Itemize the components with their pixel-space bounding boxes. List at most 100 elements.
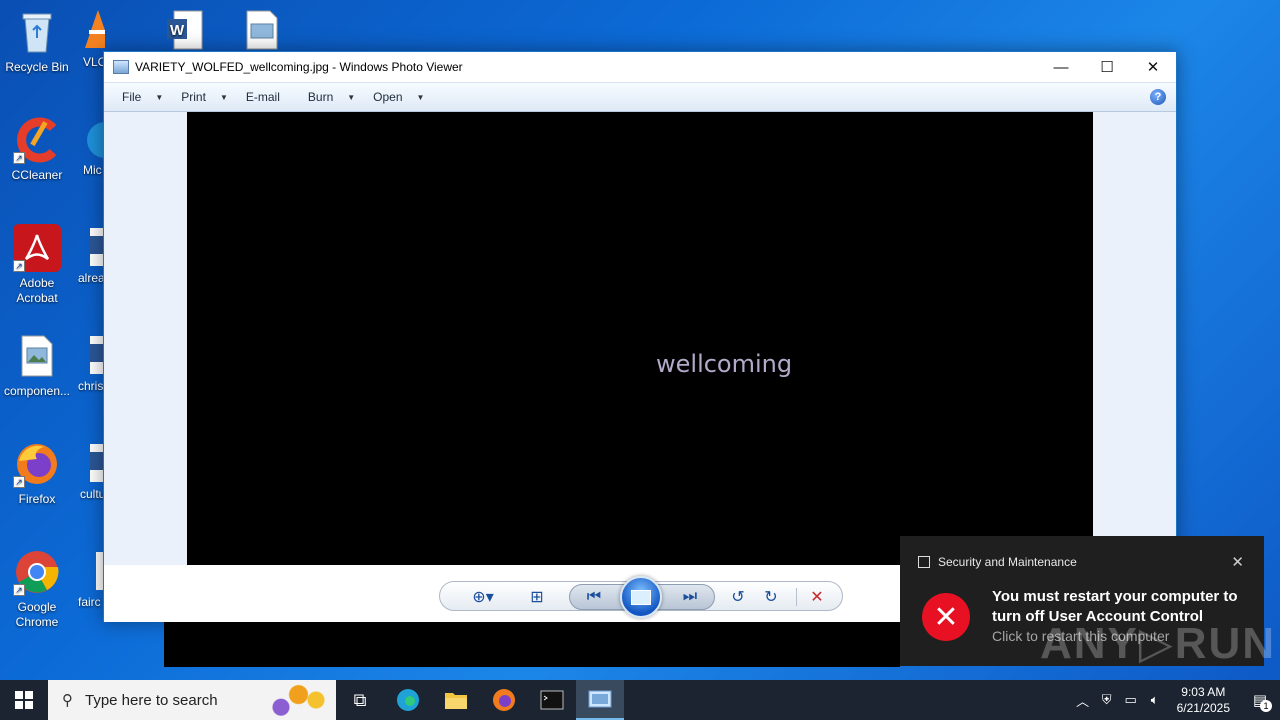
- firefox-icon: [493, 689, 515, 711]
- firefox-icon: ↗: [13, 440, 61, 488]
- desktop-icon-component-file[interactable]: componen...: [0, 332, 74, 399]
- taskbar: ⚲ Type here to search ⧉ ︿ ⛨ ▭ 🔈︎ 9:03 AM…: [0, 680, 1280, 720]
- desktop-icon-label: Google Chrome: [15, 600, 59, 629]
- rotate-left-icon[interactable]: ↺: [727, 585, 749, 609]
- image-viewport[interactable]: wellcoming: [104, 112, 1176, 565]
- security-icon[interactable]: ⛨: [1095, 692, 1119, 708]
- chrome-icon: ↗: [13, 548, 61, 596]
- menu-file[interactable]: File ▼: [113, 90, 172, 104]
- title-bar[interactable]: VARIETY_WOLFED_wellcoming.jpg - Windows …: [104, 52, 1176, 82]
- menu-print[interactable]: Print ▼: [172, 90, 237, 104]
- edge-taskbar-icon[interactable]: [384, 680, 432, 720]
- window-title: VARIETY_WOLFED_wellcoming.jpg - Windows …: [135, 60, 463, 74]
- photo-viewer-icon: [588, 690, 612, 708]
- word-document-icon: [90, 336, 103, 374]
- desktop-icon-adobe-acrobat[interactable]: ↗ Adobe Acrobat: [0, 224, 74, 306]
- desktop-icon-image-file-1[interactable]: [246, 10, 280, 50]
- system-tray: ︿ ⛨ ▭ 🔈︎ 9:03 AM 6/21/2025 ▤ 1: [1071, 680, 1280, 720]
- next-icon[interactable]: ⏭: [676, 585, 704, 609]
- menu-file-label: File: [122, 90, 142, 104]
- desktop-icon-recycle-bin[interactable]: Recycle Bin: [0, 8, 74, 75]
- windows-logo-icon: [15, 691, 33, 709]
- file-explorer-taskbar-icon[interactable]: [432, 680, 480, 720]
- task-view-icon[interactable]: ⧉: [336, 680, 384, 720]
- menu-bar: File ▼ Print ▼ E-mail Burn ▼ Open ▼ ?: [104, 82, 1176, 112]
- desktop-icon-word-file-3[interactable]: chris: [78, 332, 103, 414]
- zoom-icon[interactable]: ⊕▾: [466, 585, 500, 609]
- controls-pill: ⊕▾ ⊞ ⏮ ⏭ ↺ ↻ ✕: [439, 576, 843, 618]
- desktop-icon-label: CCleaner: [11, 168, 63, 182]
- image-file-icon: [13, 332, 61, 380]
- minimize-button[interactable]: —: [1038, 52, 1084, 82]
- clock[interactable]: 9:03 AM 6/21/2025: [1177, 684, 1230, 716]
- help-icon[interactable]: ?: [1150, 89, 1166, 105]
- folder-icon: [445, 693, 467, 709]
- image-file-icon: [246, 10, 278, 50]
- network-icon[interactable]: ▭: [1119, 692, 1143, 708]
- desktop-icon-google-chrome[interactable]: ↗ Google Chrome: [0, 548, 74, 630]
- close-button[interactable]: ✕: [1130, 52, 1176, 82]
- toast-header: Security and Maintenance: [918, 555, 1077, 569]
- toast-source: Security and Maintenance: [938, 555, 1077, 569]
- desktop-icon-label: alrea: [78, 271, 103, 285]
- shortcut-arrow-icon: ↗: [13, 584, 25, 596]
- edge-icon: [397, 689, 419, 711]
- show-hidden-icons-icon[interactable]: ︿: [1071, 691, 1095, 710]
- desktop-icon-label: Adobe Acrobat: [16, 276, 58, 305]
- desktop-icon-label: Firefox: [18, 492, 56, 506]
- divider: [796, 588, 797, 606]
- start-button[interactable]: [0, 680, 48, 720]
- slideshow-button[interactable]: [620, 576, 662, 618]
- firefox-taskbar-icon[interactable]: [480, 680, 528, 720]
- previous-icon[interactable]: ⏮: [580, 585, 608, 609]
- action-center-button[interactable]: ▤ 1: [1240, 680, 1280, 720]
- menu-email[interactable]: E-mail: [237, 90, 289, 104]
- taskbar-search-box[interactable]: ⚲ Type here to search: [48, 680, 336, 720]
- desktop-icon-word-file-4[interactable]: cultu: [80, 440, 103, 522]
- volume-icon[interactable]: 🔈︎: [1143, 692, 1167, 708]
- maximize-button[interactable]: ☐: [1084, 52, 1130, 82]
- terminal-icon: [540, 690, 564, 710]
- photo-viewer-taskbar-icon[interactable]: [576, 680, 624, 720]
- search-placeholder: Type here to search: [85, 691, 218, 709]
- desktop-icon-ccleaner[interactable]: ↗ CCleaner: [0, 116, 74, 183]
- desktop-icon-word-file-2[interactable]: alrea: [78, 224, 103, 306]
- photo-viewer-app-icon: [113, 60, 129, 74]
- edge-icon: [87, 122, 103, 158]
- chevron-down-icon: ▼: [416, 92, 425, 102]
- word-document-icon: [90, 444, 103, 482]
- desktop-icon-file-5[interactable]: fairc: [78, 548, 103, 630]
- rotate-right-icon[interactable]: ↻: [760, 585, 782, 609]
- clock-time: 9:03 AM: [1181, 685, 1226, 699]
- clock-date: 6/21/2025: [1176, 701, 1230, 715]
- desktop-icon-label: Mic: [83, 163, 102, 177]
- desktop-icon-label: Recycle Bin: [5, 60, 69, 74]
- menu-burn-label: Burn: [307, 90, 334, 104]
- desktop-icon-vlc[interactable]: VLC: [83, 8, 105, 90]
- shortcut-arrow-icon: ↗: [13, 476, 25, 488]
- desktop-icon-label: cultu: [80, 487, 103, 501]
- search-highlight-image: [260, 682, 330, 718]
- menu-open[interactable]: Open ▼: [364, 90, 433, 104]
- delete-icon[interactable]: ✕: [806, 585, 828, 609]
- search-icon: ⚲: [62, 692, 73, 709]
- svg-text:W: W: [170, 22, 185, 39]
- terminal-taskbar-icon[interactable]: [528, 680, 576, 720]
- menu-open-label: Open: [373, 90, 403, 104]
- image-text: wellcoming: [656, 350, 793, 378]
- desktop-icon-edge[interactable]: Mic: [83, 116, 103, 198]
- menu-burn[interactable]: Burn ▼: [299, 90, 364, 104]
- actual-size-icon[interactable]: ⊞: [524, 585, 550, 609]
- recycle-bin-icon: [13, 8, 61, 56]
- acrobat-icon: ↗: [13, 224, 61, 272]
- desktop-icon-word-file-1[interactable]: W: [166, 10, 206, 50]
- shortcut-arrow-icon: ↗: [13, 260, 25, 272]
- toast-close-icon[interactable]: ✕: [1231, 553, 1244, 571]
- anyrun-watermark: ANY▷RUN: [1040, 619, 1277, 668]
- chevron-down-icon: ▼: [347, 92, 356, 102]
- desktop-icon-firefox[interactable]: ↗ Firefox: [0, 440, 74, 507]
- ccleaner-icon: ↗: [13, 116, 61, 164]
- chevron-down-icon: ▼: [219, 92, 228, 102]
- displayed-image: wellcoming: [187, 112, 1093, 565]
- background-window: [164, 622, 900, 667]
